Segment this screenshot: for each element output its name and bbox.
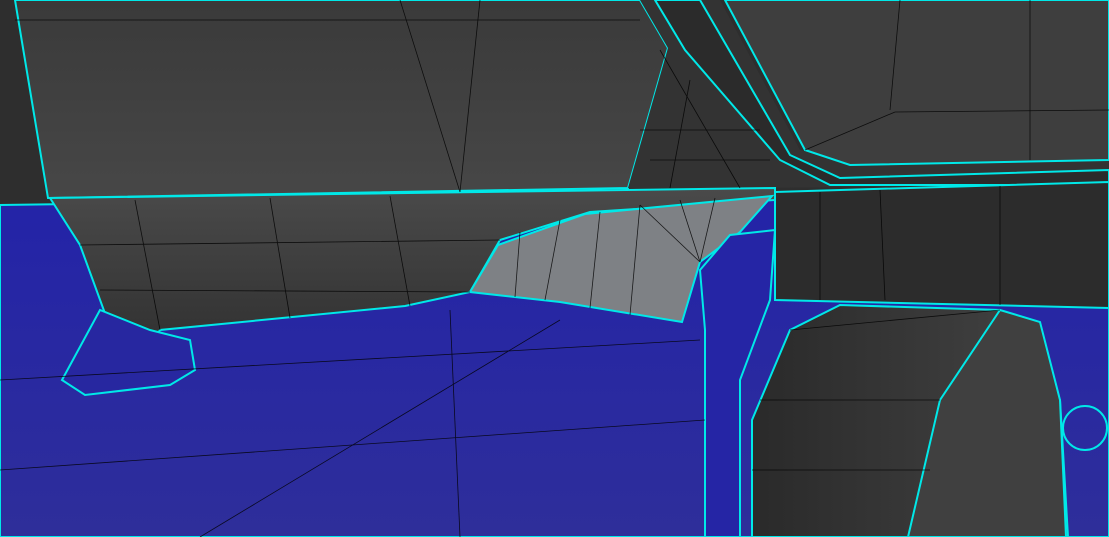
upper-left-panel [13,0,670,200]
mesh-render[interactable] [0,0,1109,537]
3d-viewport[interactable] [0,0,1109,537]
right-dark-block [774,180,1109,310]
